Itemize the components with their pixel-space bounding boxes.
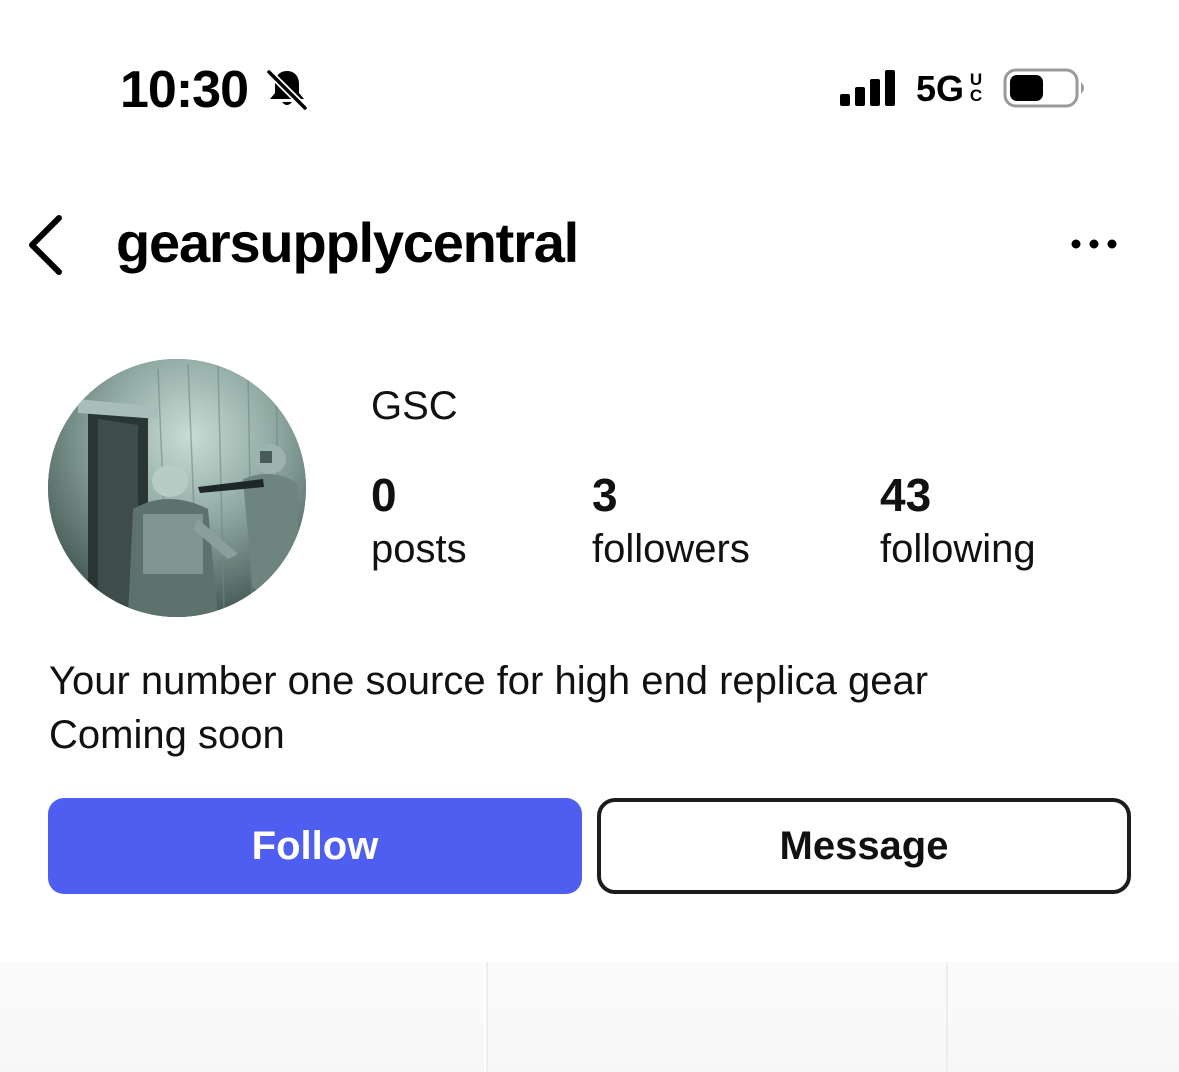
profile-bio: Your number one source for high end repl…	[49, 654, 928, 762]
bell-slash-icon	[265, 68, 309, 112]
stat-following-label: following	[880, 527, 1036, 571]
grid-cell	[0, 962, 484, 1072]
posts-grid	[0, 962, 1179, 1072]
stat-following-count: 43	[880, 469, 932, 521]
status-time: 10:30	[120, 61, 249, 119]
network-sublabel-text: UC	[969, 70, 983, 105]
stat-followers[interactable]: 3 followers	[592, 468, 750, 576]
stat-followers-label: followers	[592, 527, 750, 571]
stat-followers-count: 3	[592, 469, 618, 521]
battery-icon	[1003, 68, 1084, 108]
avatar-photo	[48, 359, 306, 617]
network-label: 5G	[916, 68, 965, 109]
network-sublabel: UC	[968, 70, 984, 105]
signal-icon	[840, 70, 895, 106]
stat-following[interactable]: 43 following	[880, 468, 1036, 576]
profile-username: gearsupplycentral	[116, 211, 579, 274]
grid-cell	[486, 962, 946, 1072]
back-icon[interactable]	[22, 210, 72, 280]
message-button[interactable]: Message	[597, 798, 1131, 894]
bio-line: Your number one source for high end repl…	[49, 659, 929, 703]
follow-button[interactable]: Follow	[48, 798, 582, 894]
grid-cell	[946, 962, 1179, 1072]
stat-posts-label: posts	[371, 527, 467, 571]
more-options-icon[interactable]	[1064, 228, 1124, 258]
stat-posts[interactable]: 0 posts	[371, 468, 467, 576]
profile-avatar[interactable]	[48, 359, 306, 617]
profile-display-name: GSC	[371, 384, 458, 428]
profile-screen: 10:30 5G UC gearsupplycentral GSC 0 post…	[0, 0, 1179, 1072]
bio-line: Coming soon	[49, 713, 285, 757]
stat-posts-count: 0	[371, 469, 397, 521]
